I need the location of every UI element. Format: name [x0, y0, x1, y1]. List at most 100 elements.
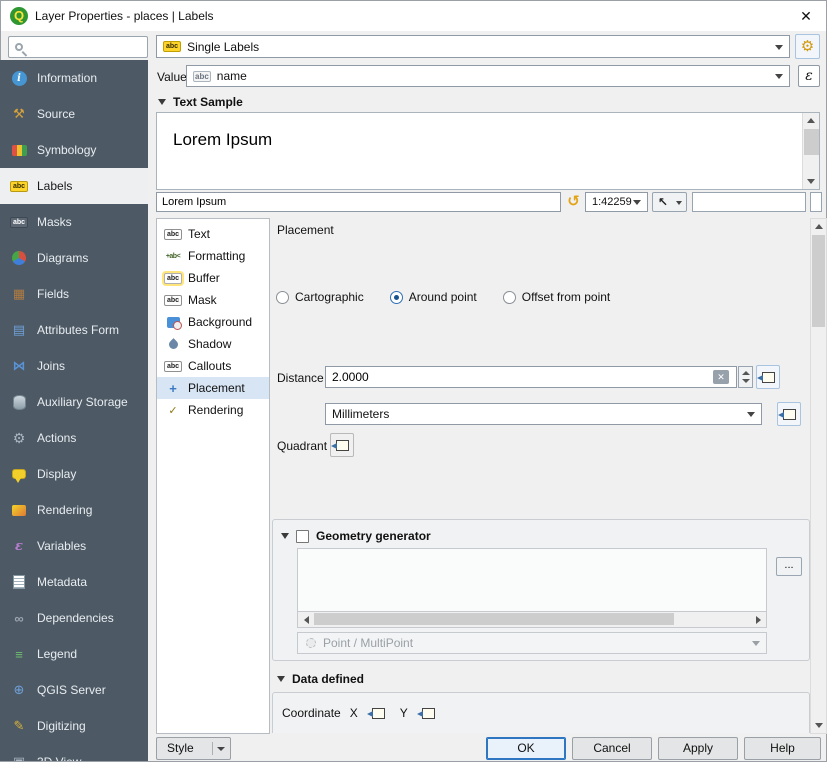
pencil-icon: ✎ [14, 718, 25, 734]
tab-buffer[interactable]: abc Buffer [157, 267, 269, 289]
sidebar-item-legend[interactable]: ≡ Legend [0, 636, 148, 672]
close-icon[interactable]: ✕ [797, 7, 815, 25]
coordinate-label: Coordinate [282, 706, 341, 720]
value-field-dropdown[interactable]: abc name [186, 65, 790, 87]
placement-vertical-scrollbar[interactable] [810, 218, 827, 734]
sidebar-item-source[interactable]: ⚒ Source [0, 96, 148, 132]
scrollbar-thumb[interactable] [314, 613, 674, 625]
radio-cartographic[interactable]: Cartographic [276, 290, 364, 304]
geometry-horizontal-scrollbar[interactable] [297, 612, 767, 628]
sidebar-item-attributes-form[interactable]: ▤ Attributes Form [0, 312, 148, 348]
scroll-up-button[interactable] [803, 113, 819, 128]
radio-offset-from-point[interactable]: Offset from point [503, 290, 610, 304]
scroll-down-button[interactable] [803, 174, 819, 189]
sidebar-item-variables[interactable]: ε Variables [0, 528, 148, 564]
cancel-button[interactable]: Cancel [572, 737, 652, 760]
string-field-icon: abc [193, 71, 211, 82]
geometry-generator-checkbox[interactable] [296, 530, 309, 543]
expression-builder-button[interactable]: ε [798, 65, 820, 87]
quadrant-data-defined-override-button[interactable] [330, 433, 354, 457]
sidebar-item-digitizing[interactable]: ✎ Digitizing [0, 708, 148, 744]
radio-label: Around point [409, 290, 477, 304]
tab-text[interactable]: abc Text [157, 223, 269, 245]
label-mode-dropdown[interactable]: abc Single Labels [156, 35, 790, 58]
sidebar-item-auxiliary-storage[interactable]: Auxiliary Storage [0, 384, 148, 420]
distance-data-defined-override-button[interactable] [756, 365, 780, 389]
style-menu-button[interactable]: Style [156, 737, 231, 760]
sidebar-item-diagrams[interactable]: Diagrams [0, 240, 148, 276]
sidebar-item-qgis-server[interactable]: ⊕ QGIS Server [0, 672, 148, 708]
tab-label: Callouts [188, 359, 231, 373]
sidebar-item-display[interactable]: Display [0, 456, 148, 492]
text-sample-preview: Lorem Ipsum [156, 112, 820, 190]
scroll-down-button[interactable] [811, 718, 826, 733]
units-data-defined-override-button[interactable] [777, 402, 801, 426]
labels-icon: abc [10, 181, 28, 192]
sidebar-item-fields[interactable]: ▦ Fields [0, 276, 148, 312]
scroll-left-button[interactable] [298, 612, 314, 627]
reset-sample-button[interactable]: ↺ [564, 192, 583, 212]
distance-spinner[interactable] [738, 366, 753, 388]
clear-icon[interactable]: ✕ [713, 370, 729, 384]
scrollbar-thumb[interactable] [804, 129, 819, 155]
help-button[interactable]: Help [744, 737, 821, 760]
data-defined-header[interactable]: Data defined [277, 672, 364, 686]
tab-shadow[interactable]: Shadow [157, 333, 269, 355]
tab-placement[interactable]: + Placement [157, 377, 269, 399]
sidebar-item-joins[interactable]: ⋈ Joins [0, 348, 148, 384]
sidebar-item-actions[interactable]: ⚙ Actions [0, 420, 148, 456]
set-from-canvas-button[interactable]: ↖ [652, 192, 687, 212]
ok-button[interactable]: OK [486, 737, 566, 760]
expression-dialog-button[interactable]: ... [776, 557, 802, 576]
sidebar-item-label: Metadata [37, 575, 87, 589]
sidebar-item-dependencies[interactable]: ∞ Dependencies [0, 600, 148, 636]
spin-up-icon [742, 371, 750, 375]
geometry-generator-title: Geometry generator [316, 529, 431, 543]
epsilon-icon: ε [805, 68, 813, 84]
automated-placement-settings-button[interactable]: ⚙ [795, 34, 820, 59]
sidebar-item-information[interactable]: i Information [0, 60, 148, 96]
geometry-type-dropdown[interactable]: Point / MultiPoint [297, 632, 767, 654]
label-mode-value: Single Labels [187, 40, 259, 54]
distance-input[interactable] [325, 366, 737, 388]
preview-scale-dropdown[interactable]: 1:42259 [585, 192, 648, 212]
tab-mask[interactable]: abc Mask [157, 289, 269, 311]
coordinate-y-override-button[interactable] [417, 701, 441, 725]
sidebar-item-symbology[interactable]: Symbology [0, 132, 148, 168]
scroll-up-button[interactable] [811, 219, 826, 234]
distance-units-dropdown[interactable]: Millimeters [325, 403, 762, 425]
collapse-arrow-icon [277, 676, 285, 682]
sidebar-item-masks[interactable]: abc Masks [0, 204, 148, 240]
radio-around-point[interactable]: Around point [390, 290, 477, 304]
sidebar-item-3d-view[interactable]: ▣ 3D View [0, 744, 148, 761]
tab-formatting[interactable]: +ab< Formatting [157, 245, 269, 267]
chevron-down-icon [676, 201, 682, 205]
tab-background[interactable]: Background [157, 311, 269, 333]
coordinate-x-override-button[interactable] [367, 701, 391, 725]
search-input[interactable] [8, 36, 148, 58]
geometry-expression-textarea[interactable] [297, 548, 767, 612]
background-tab-icon [167, 317, 180, 328]
radio-icon [276, 291, 289, 304]
sample-vertical-scrollbar[interactable] [802, 113, 819, 189]
tab-label: Buffer [188, 271, 220, 285]
sidebar-item-labels[interactable]: abc Labels [0, 168, 148, 204]
data-defined-override-icon [372, 708, 385, 719]
text-sample-header[interactable]: Text Sample [158, 95, 243, 109]
titlebar: Q Layer Properties - places | Labels ✕ [1, 1, 826, 31]
preview-side-box[interactable] [810, 192, 822, 212]
tab-callouts[interactable]: abc Callouts [157, 355, 269, 377]
apply-button[interactable]: Apply [658, 737, 738, 760]
scrollbar-thumb[interactable] [812, 235, 825, 327]
sample-text-input[interactable] [156, 192, 561, 212]
sidebar-item-label: QGIS Server [37, 683, 106, 697]
coordinate-y-label: Y [400, 706, 408, 720]
tab-rendering[interactable]: ✓ Rendering [157, 399, 269, 421]
sidebar-item-metadata[interactable]: Metadata [0, 564, 148, 600]
distance-units-value: Millimeters [332, 407, 389, 421]
scroll-right-button[interactable] [750, 612, 766, 627]
preview-background-box[interactable] [692, 192, 806, 212]
geometry-generator-header[interactable]: Geometry generator [281, 529, 431, 543]
sidebar-item-rendering[interactable]: Rendering [0, 492, 148, 528]
spin-down-icon [742, 379, 750, 383]
